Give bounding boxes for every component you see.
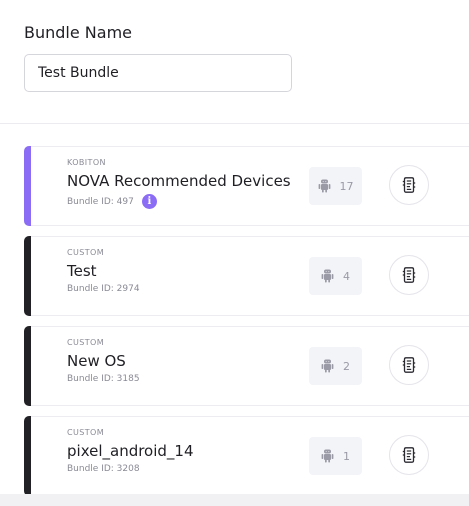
android-icon [321, 449, 334, 463]
view-devices-button[interactable] [389, 435, 429, 475]
device-count: 2 [343, 359, 350, 373]
bundle-accent-bar [24, 236, 31, 316]
device-count-badge: 2 [309, 347, 362, 385]
bundle-id-row: Bundle ID: 3185 [67, 374, 140, 384]
bundle-type: KOBITON [67, 158, 106, 167]
bundle-title: pixel_android_14 [67, 442, 194, 460]
bundle-id: Bundle ID: 3208 [67, 464, 140, 474]
device-list-icon [402, 447, 416, 463]
android-icon [321, 269, 334, 283]
bundle-title: New OS [67, 352, 126, 370]
bundle-id: Bundle ID: 3185 [67, 374, 140, 384]
device-count-badge: 4 [309, 257, 362, 295]
bundle-name-label: Bundle Name [24, 23, 132, 42]
bundle-accent-bar [24, 146, 31, 226]
bundle-id-row: Bundle ID: 3208 [67, 464, 140, 474]
device-count: 4 [343, 269, 350, 283]
bundle-card[interactable]: CUSTOM New OS Bundle ID: 3185 2 [24, 326, 469, 406]
view-devices-button[interactable] [389, 165, 429, 205]
bundle-card[interactable]: CUSTOM pixel_android_14 Bundle ID: 3208 … [24, 416, 469, 496]
bundle-id-row: Bundle ID: 497 i [67, 194, 157, 209]
bundle-id-row: Bundle ID: 2974 [67, 284, 140, 294]
bundle-id: Bundle ID: 497 [67, 196, 134, 207]
device-list-icon [402, 357, 416, 373]
device-count-badge: 17 [309, 167, 362, 205]
bundle-type: CUSTOM [67, 248, 105, 257]
bundle-title: NOVA Recommended Devices [67, 172, 291, 190]
device-count-badge: 1 [309, 437, 362, 475]
bundle-title: Test [67, 262, 97, 280]
bundle-name-input[interactable] [24, 54, 292, 92]
view-devices-button[interactable] [389, 345, 429, 385]
bundle-accent-bar [24, 326, 31, 406]
bundle-card[interactable]: KOBITON NOVA Recommended Devices Bundle … [24, 146, 469, 226]
info-icon[interactable]: i [141, 194, 157, 209]
bundle-list: KOBITON NOVA Recommended Devices Bundle … [24, 146, 469, 506]
view-devices-button[interactable] [389, 255, 429, 295]
bundle-card[interactable]: CUSTOM Test Bundle ID: 2974 4 [24, 236, 469, 316]
footer-strip [0, 494, 469, 506]
device-list-icon [402, 177, 416, 193]
android-icon [318, 179, 330, 193]
bundle-type: CUSTOM [67, 338, 105, 347]
device-list-icon [402, 267, 416, 283]
section-divider [0, 123, 469, 124]
android-icon [321, 359, 334, 373]
device-count: 17 [339, 179, 354, 193]
bundle-id: Bundle ID: 2974 [67, 284, 140, 294]
bundle-accent-bar [24, 416, 31, 496]
bundle-type: CUSTOM [67, 428, 105, 437]
device-count: 1 [343, 449, 350, 463]
